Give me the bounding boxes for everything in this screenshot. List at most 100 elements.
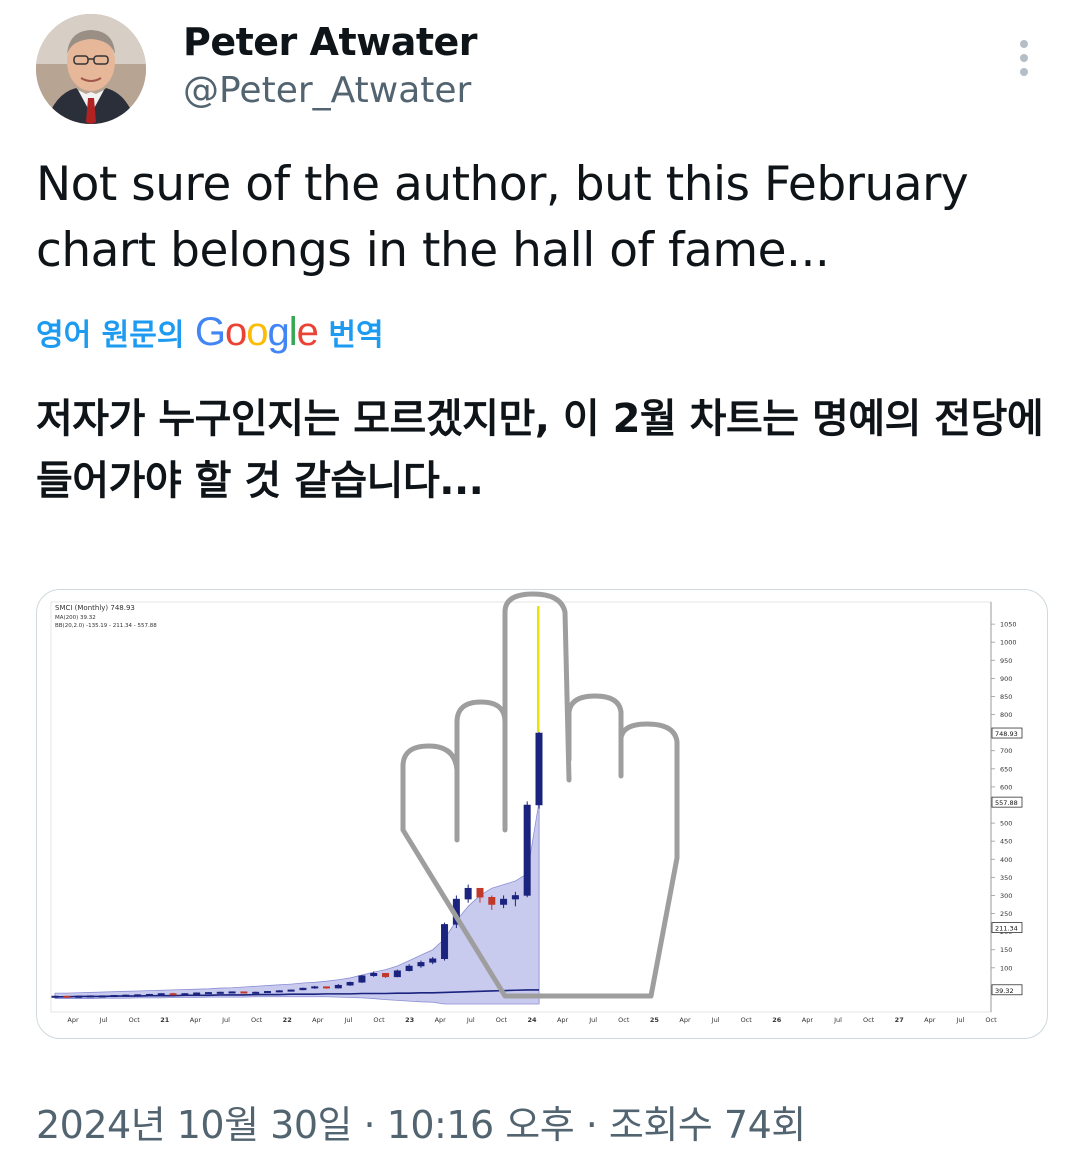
- stock-chart: SMCI (Monthly) 748.93 MA(200) 39.32 BB(2…: [50, 591, 1023, 1024]
- y-tick-label: 150: [1000, 946, 1012, 954]
- x-tick-label: 27: [895, 1016, 904, 1024]
- tweet-text: Not sure of the author, but this Februar…: [36, 157, 969, 278]
- candle-body: [464, 887, 472, 900]
- x-tick-label: Oct: [741, 1016, 753, 1024]
- candle-body: [511, 895, 519, 900]
- candle-body: [181, 993, 189, 996]
- x-tick-label: Apr: [190, 1016, 202, 1024]
- more-vertical-icon: [1020, 40, 1028, 76]
- candle-body: [382, 972, 390, 978]
- candle-body: [370, 972, 378, 977]
- candle-body: [75, 995, 83, 998]
- candle-body: [110, 995, 118, 998]
- candle-body: [441, 924, 449, 960]
- candle-body: [311, 986, 319, 989]
- price-spike-highlight: [537, 606, 540, 732]
- x-tick-label: Oct: [618, 1016, 630, 1024]
- author-handle[interactable]: @Peter_Atwater: [183, 70, 471, 111]
- candle-body: [275, 990, 283, 993]
- candle-body: [228, 991, 236, 994]
- candle-body: [535, 732, 543, 806]
- x-tick-label: 24: [527, 1016, 537, 1024]
- candle-body: [476, 887, 484, 898]
- x-tick-label: 26: [772, 1016, 782, 1024]
- x-axis: Apr Jul Oct 21 Apr Jul Oct 22 Apr Jul Oct 23 Apr Jul O…: [67, 1016, 997, 1024]
- x-tick-label: Oct: [251, 1016, 263, 1024]
- x-tick-label: Apr: [67, 1016, 79, 1024]
- x-tick-label: Jul: [99, 1016, 108, 1024]
- candle-body: [63, 995, 71, 998]
- x-tick-label: Jul: [588, 1016, 597, 1024]
- y-tick-label: 1050: [1000, 621, 1017, 629]
- x-tick-label: Jul: [955, 1016, 964, 1024]
- x-tick-label: Oct: [373, 1016, 385, 1024]
- candle-body: [523, 804, 531, 896]
- candle-body: [134, 994, 142, 997]
- y-badge-label: 211.34: [995, 925, 1018, 933]
- legend-line-1: SMCI (Monthly) 748.93: [55, 604, 135, 612]
- x-tick-label: Oct: [985, 1016, 997, 1024]
- legend-line-2: MA(200) 39.32: [55, 615, 96, 621]
- y-badge-label: 39.32: [995, 987, 1014, 995]
- candle-body: [393, 970, 401, 978]
- candle-body: [500, 898, 508, 905]
- y-tick-label: 1000: [1000, 639, 1017, 647]
- legend-line-3: BB(20,2.0) -135.19 - 211.34 - 557.88: [55, 623, 157, 629]
- more-options-button[interactable]: [1008, 38, 1040, 82]
- candle-body: [417, 962, 425, 967]
- tweet-timestamp[interactable]: 2024년 10월 30일 · 10:16 오후 · 조회수 74회: [36, 1094, 806, 1149]
- x-tick-label: Jul: [711, 1016, 720, 1024]
- candle-body: [346, 982, 354, 986]
- y-tick-label: 500: [1000, 820, 1012, 828]
- x-tick-label: Oct: [129, 1016, 141, 1024]
- translate-link[interactable]: 영어 원문의 Google 번역: [36, 310, 384, 355]
- y-badge-label: 557.88: [995, 799, 1018, 807]
- y-tick-label: 100: [1000, 964, 1012, 972]
- y-tick-label: 350: [1000, 874, 1012, 882]
- author-name[interactable]: Peter Atwater: [183, 20, 478, 64]
- x-tick-label: 21: [160, 1016, 170, 1024]
- x-tick-label: 23: [405, 1016, 414, 1024]
- candle-body: [334, 984, 342, 989]
- avatar-photo: [36, 14, 146, 124]
- x-tick-label: Apr: [679, 1016, 691, 1024]
- tweet-image[interactable]: SMCI (Monthly) 748.93 MA(200) 39.32 BB(2…: [36, 589, 1048, 1039]
- avatar[interactable]: [36, 14, 146, 124]
- x-tick-label: Apr: [802, 1016, 814, 1024]
- candle-body: [157, 993, 165, 996]
- google-logo: Google: [194, 310, 319, 354]
- y-tick-label: 900: [1000, 675, 1012, 683]
- candle-body: [122, 994, 130, 997]
- y-tick-label: 950: [1000, 657, 1012, 665]
- candle-body: [488, 897, 496, 905]
- y-tick-label: 300: [1000, 892, 1012, 900]
- y-axis: 1001502002503003504004505005506006507007…: [991, 621, 1017, 972]
- x-tick-label: Jul: [466, 1016, 475, 1024]
- x-tick-label: Jul: [833, 1016, 842, 1024]
- candle-body: [405, 965, 413, 971]
- x-tick-label: 22: [283, 1016, 292, 1024]
- candle-body: [98, 995, 106, 998]
- candle-body: [204, 992, 212, 995]
- x-tick-label: Apr: [312, 1016, 324, 1024]
- candle-body: [216, 991, 224, 994]
- y-tick-label: 850: [1000, 693, 1012, 701]
- x-tick-label: Apr: [557, 1016, 569, 1024]
- x-tick-label: Oct: [863, 1016, 875, 1024]
- translate-suffix: 번역: [328, 318, 384, 353]
- translate-prefix: 영어 원문의: [36, 318, 185, 353]
- y-tick-label: 400: [1000, 856, 1012, 864]
- x-tick-label: Apr: [924, 1016, 936, 1024]
- x-tick-label: Jul: [343, 1016, 352, 1024]
- candle-body: [263, 991, 271, 994]
- candle-body: [252, 991, 260, 994]
- y-tick-label: 600: [1000, 783, 1012, 791]
- y-tick-label: 800: [1000, 711, 1012, 719]
- candle-body: [323, 986, 331, 989]
- x-tick-label: Apr: [435, 1016, 447, 1024]
- candle-body: [169, 993, 177, 996]
- y-badge-label: 748.93: [995, 730, 1018, 738]
- candle-body: [240, 991, 248, 994]
- candle-body: [287, 989, 295, 992]
- y-tick-label: 700: [1000, 747, 1012, 755]
